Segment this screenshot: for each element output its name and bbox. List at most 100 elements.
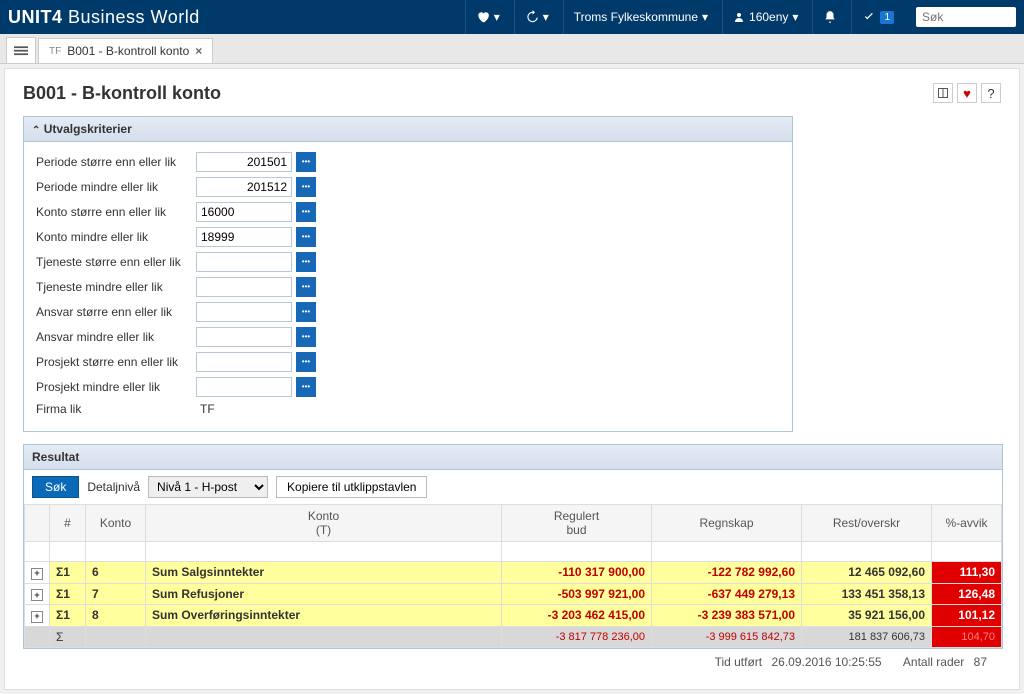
detail-label: Detaljnivå <box>87 480 140 494</box>
cell-rest: 133 451 358,13 <box>802 583 932 605</box>
cell-konto-t: Sum Overføringsinntekter <box>146 605 502 627</box>
criteria-body: Periode større enn eller lik•••Periode m… <box>24 142 792 431</box>
col-rest[interactable]: Rest/overskr <box>802 505 932 542</box>
table-row[interactable]: +Σ16Sum Salgsinntekter-110 317 900,00-12… <box>25 562 1002 584</box>
tab-prefix: TF <box>49 46 61 57</box>
criteria-value: TF <box>196 402 215 416</box>
page-actions: ♥ ? <box>933 83 1001 103</box>
cell-konto: 6 <box>86 562 146 584</box>
criteria-label: Firma lik <box>36 402 196 416</box>
notifications[interactable] <box>812 0 847 34</box>
ellipsis-icon: ••• <box>302 208 310 216</box>
table-row[interactable]: +Σ18Sum Overføringsinntekter-3 203 462 4… <box>25 605 1002 627</box>
menu-button[interactable] <box>6 37 36 63</box>
criteria-row: Firma likTF <box>36 402 780 416</box>
result-panel: Resultat Søk Detaljnivå Nivå 1 - H-post … <box>23 444 1003 649</box>
criteria-input[interactable] <box>196 252 292 272</box>
lookup-button[interactable]: ••• <box>296 202 316 222</box>
ellipsis-icon: ••• <box>302 233 310 241</box>
criteria-label: Periode større enn eller lik <box>36 155 196 169</box>
lookup-button[interactable]: ••• <box>296 252 316 272</box>
cell-konto-t: Sum Salgsinntekter <box>146 562 502 584</box>
tasks[interactable]: 1 <box>851 0 904 34</box>
criteria-row: Tjeneste mindre eller lik••• <box>36 277 780 297</box>
table-row[interactable]: +Σ17Sum Refusjoner-503 997 921,00-637 44… <box>25 583 1002 605</box>
page-content: ♥ ? B001 - B-kontroll konto ⌃ Utvalgskri… <box>4 68 1020 690</box>
criteria-input[interactable] <box>196 327 292 347</box>
search-input[interactable] <box>922 10 1010 24</box>
ellipsis-icon: ••• <box>302 308 310 316</box>
search-button[interactable]: Søk <box>32 476 79 498</box>
criteria-input[interactable] <box>196 227 292 247</box>
bell-icon <box>823 10 837 24</box>
criteria-input[interactable] <box>196 352 292 372</box>
col-konto[interactable]: Konto <box>86 505 146 542</box>
cell-bud: -3 817 778 236,00 <box>502 626 652 647</box>
lookup-button[interactable]: ••• <box>296 277 316 297</box>
favorite-button[interactable]: ♥ <box>957 83 977 103</box>
result-header[interactable]: Resultat <box>24 445 1002 470</box>
criteria-header[interactable]: ⌃ Utvalgskriterier <box>24 117 792 142</box>
user-menu[interactable]: 160eny ▾ <box>722 0 808 34</box>
col-regbud[interactable]: Regulert bud <box>502 505 652 542</box>
col-avvik[interactable]: %-avvik <box>932 505 1002 542</box>
org-menu[interactable]: Troms Fylkeskommune ▾ <box>563 0 718 34</box>
criteria-row: Prosjekt større enn eller lik••• <box>36 352 780 372</box>
grid-filter-row[interactable] <box>25 542 1002 562</box>
ellipsis-icon: ••• <box>302 358 310 366</box>
cell-sigma: Σ1 <box>50 605 86 627</box>
page-title: B001 - B-kontroll konto <box>23 83 1001 104</box>
criteria-input[interactable] <box>196 277 292 297</box>
col-regnskap[interactable]: Regnskap <box>652 505 802 542</box>
ellipsis-icon: ••• <box>302 183 310 191</box>
app-logo: UNIT4 Business World <box>8 7 200 28</box>
col-num[interactable]: # <box>50 505 86 542</box>
lookup-button[interactable]: ••• <box>296 327 316 347</box>
copy-button[interactable]: Kopiere til utklippstavlen <box>276 476 427 498</box>
criteria-input[interactable] <box>196 152 292 172</box>
criteria-label: Ansvar større enn eller lik <box>36 305 196 319</box>
cell-sigma: Σ <box>50 626 86 647</box>
criteria-panel: ⌃ Utvalgskriterier Periode større enn el… <box>23 116 793 432</box>
cell-rest: 12 465 092,60 <box>802 562 932 584</box>
lookup-button[interactable]: ••• <box>296 177 316 197</box>
criteria-row: Periode mindre eller lik••• <box>36 177 780 197</box>
tab-b001[interactable]: TF B001 - B-kontroll konto × <box>38 38 213 63</box>
global-search[interactable] <box>916 7 1016 27</box>
lookup-button[interactable]: ••• <box>296 377 316 397</box>
expand-button[interactable]: + <box>31 611 43 623</box>
expand-button[interactable]: + <box>31 568 43 580</box>
ellipsis-icon: ••• <box>302 283 310 291</box>
lookup-button[interactable]: ••• <box>296 152 316 172</box>
close-icon[interactable]: × <box>195 44 202 58</box>
criteria-input[interactable] <box>196 377 292 397</box>
col-expand[interactable] <box>25 505 50 542</box>
org-label: Troms Fylkeskommune <box>574 10 698 24</box>
tasks-badge: 1 <box>880 11 894 24</box>
criteria-label: Konto større enn eller lik <box>36 205 196 219</box>
columns-icon <box>937 87 949 99</box>
criteria-input[interactable] <box>196 202 292 222</box>
tab-label: B001 - B-kontroll konto <box>67 44 189 58</box>
detail-select[interactable]: Nivå 1 - H-post <box>148 476 268 498</box>
lookup-button[interactable]: ••• <box>296 227 316 247</box>
criteria-row: Periode større enn eller lik ••• <box>36 152 780 172</box>
criteria-input[interactable] <box>196 177 292 197</box>
time-value: 26.09.2016 10:25:55 <box>771 655 881 669</box>
ellipsis-icon: ••• <box>302 333 310 341</box>
lookup-button[interactable]: ••• <box>296 352 316 372</box>
lookup-button[interactable]: ••• <box>296 302 316 322</box>
expand-button[interactable]: + <box>31 589 43 601</box>
favorite-menu[interactable]: ▾ <box>465 0 510 34</box>
result-toolbar: Søk Detaljnivå Nivå 1 - H-post Kopiere t… <box>24 470 1002 504</box>
col-konto-t[interactable]: Konto (T) <box>146 505 502 542</box>
result-title: Resultat <box>32 450 79 464</box>
split-view-button[interactable] <box>933 83 953 103</box>
heart-icon <box>476 10 490 24</box>
criteria-input[interactable] <box>196 302 292 322</box>
status-bar: Tid utført 26.09.2016 10:25:55 Antall ra… <box>23 649 1001 675</box>
criteria-title: Utvalgskriterier <box>44 122 132 136</box>
history-menu[interactable]: ▾ <box>514 0 559 34</box>
criteria-label: Ansvar mindre eller lik <box>36 330 196 344</box>
help-button[interactable]: ? <box>981 83 1001 103</box>
